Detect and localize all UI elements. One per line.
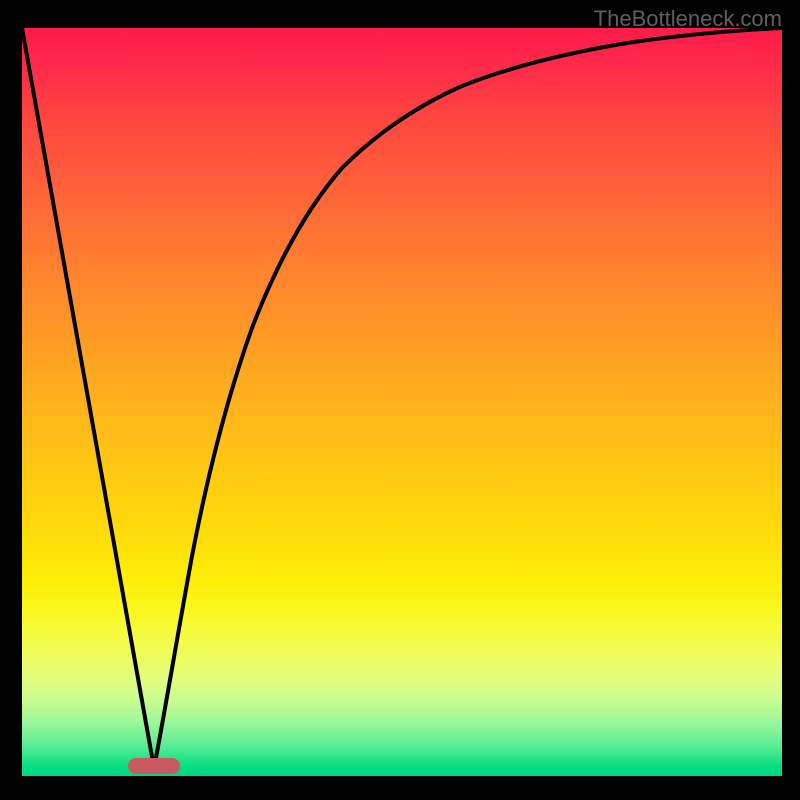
bottleneck-curve [22, 28, 782, 776]
watermark-text: TheBottleneck.com [594, 6, 782, 32]
optimal-marker [128, 758, 180, 774]
chart-area [22, 28, 782, 776]
curve-path [22, 28, 782, 768]
